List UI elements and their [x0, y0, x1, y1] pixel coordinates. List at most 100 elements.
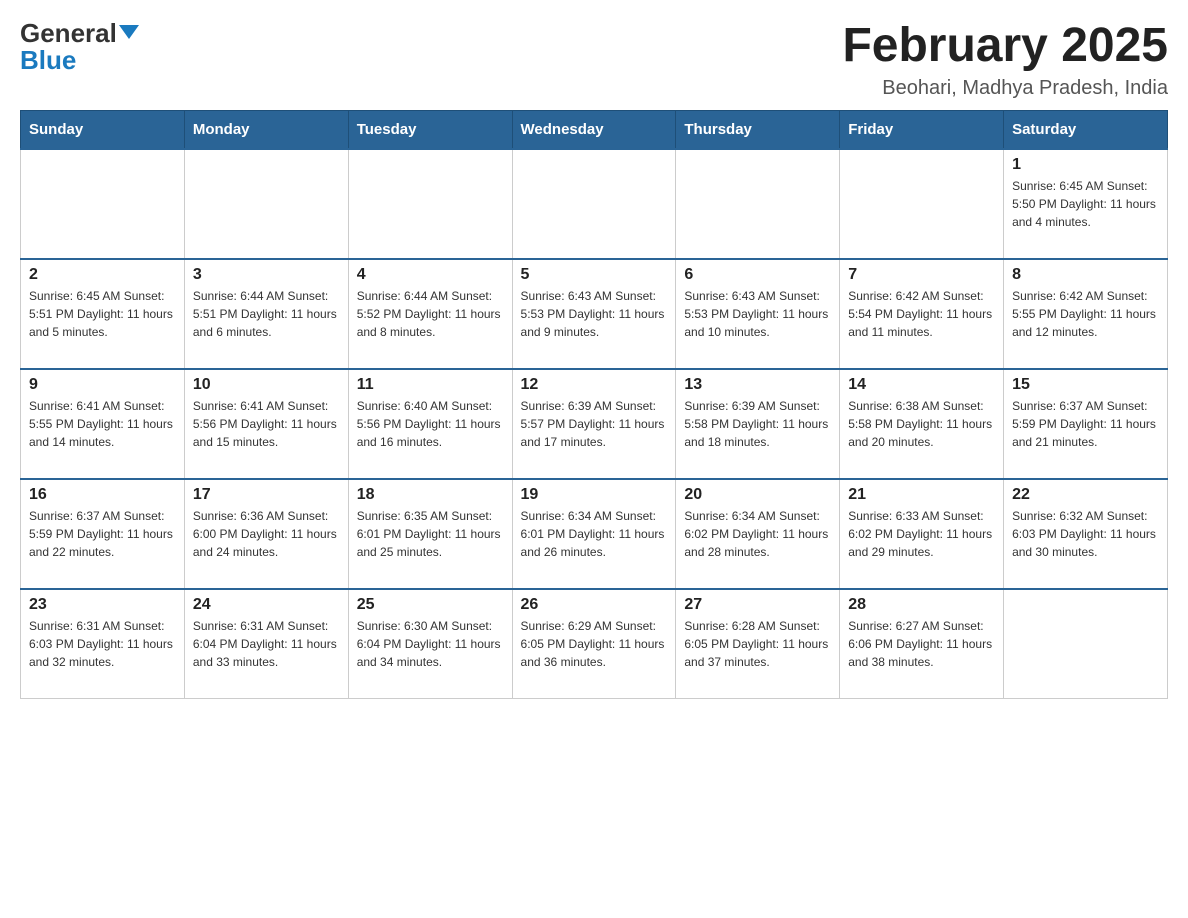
- calendar-cell: 5Sunrise: 6:43 AM Sunset: 5:53 PM Daylig…: [512, 259, 676, 369]
- calendar-cell: 14 Sunrise: 6:38 AM Sunset: 5:58 PM Dayli…: [840, 369, 1004, 479]
- day-info: Sunrise: 6:41 AM Sunset: 5:56 PM Dayligh…: [193, 397, 340, 451]
- calendar-cell: [21, 149, 185, 259]
- day-info: Sunrise: 6:32 AM Sunset: 6:03 PM Dayligh…: [1012, 507, 1159, 561]
- calendar-title: February 2025: [842, 20, 1168, 73]
- calendar-cell: 17 Sunrise: 6:36 AM Sunset: 6:00 PM Dayli…: [184, 479, 348, 589]
- weekday-header-friday: Friday: [840, 110, 1004, 149]
- day-number: 22: [1012, 486, 1159, 504]
- day-number: 10: [193, 376, 340, 394]
- week-row-0: 1Sunrise: 6:45 AM Sunset: 5:50 PM Daylig…: [21, 149, 1168, 259]
- day-number: 4: [357, 266, 504, 284]
- calendar-cell: 11 Sunrise: 6:40 AM Sunset: 5:56 PM Dayli…: [348, 369, 512, 479]
- calendar-cell: 12 Sunrise: 6:39 AM Sunset: 5:57 PM Dayli…: [512, 369, 676, 479]
- weekday-header-tuesday: Tuesday: [348, 110, 512, 149]
- day-info: Sunrise: 6:43 AM Sunset: 5:53 PM Dayligh…: [684, 287, 831, 341]
- calendar-cell: 8 Sunrise: 6:42 AM Sunset: 5:55 PM Daylig…: [1004, 259, 1168, 369]
- calendar-table: SundayMondayTuesdayWednesdayThursdayFrid…: [20, 110, 1168, 700]
- day-number: 26: [521, 596, 668, 614]
- day-info: Sunrise: 6:30 AM Sunset: 6:04 PM Dayligh…: [357, 617, 504, 671]
- day-number: 15: [1012, 376, 1159, 394]
- calendar-cell: [348, 149, 512, 259]
- calendar-cell: 2 Sunrise: 6:45 AM Sunset: 5:51 PM Daylig…: [21, 259, 185, 369]
- calendar-cell: [1004, 589, 1168, 699]
- day-info: Sunrise: 6:43 AM Sunset: 5:53 PM Dayligh…: [521, 287, 668, 341]
- day-info: Sunrise: 6:31 AM Sunset: 6:03 PM Dayligh…: [29, 617, 176, 671]
- day-number: 17: [193, 486, 340, 504]
- day-number: 9: [29, 376, 176, 394]
- day-info: Sunrise: 6:44 AM Sunset: 5:51 PM Dayligh…: [193, 287, 340, 341]
- day-info: Sunrise: 6:34 AM Sunset: 6:02 PM Dayligh…: [684, 507, 831, 561]
- day-number: 7: [848, 266, 995, 284]
- page-header: General Blue February 2025 Beohari, Madh…: [20, 20, 1168, 100]
- day-number: 20: [684, 486, 831, 504]
- calendar-cell: 15 Sunrise: 6:37 AM Sunset: 5:59 PM Dayli…: [1004, 369, 1168, 479]
- calendar-cell: 6 Sunrise: 6:43 AM Sunset: 5:53 PM Daylig…: [676, 259, 840, 369]
- logo-blue-text: Blue: [20, 47, 76, 74]
- calendar-cell: 22 Sunrise: 6:32 AM Sunset: 6:03 PM Dayli…: [1004, 479, 1168, 589]
- weekday-header-wednesday: Wednesday: [512, 110, 676, 149]
- day-info: Sunrise: 6:42 AM Sunset: 5:54 PM Dayligh…: [848, 287, 995, 341]
- week-row-1: 2 Sunrise: 6:45 AM Sunset: 5:51 PM Daylig…: [21, 259, 1168, 369]
- calendar-cell: [840, 149, 1004, 259]
- day-info: Sunrise: 6:28 AM Sunset: 6:05 PM Dayligh…: [684, 617, 831, 671]
- day-info: Sunrise: 6:36 AM Sunset: 6:00 PM Dayligh…: [193, 507, 340, 561]
- day-number: 23: [29, 596, 176, 614]
- day-number: 18: [357, 486, 504, 504]
- day-info: Sunrise: 6:44 AM Sunset: 5:52 PM Dayligh…: [357, 287, 504, 341]
- day-number: 25: [357, 596, 504, 614]
- calendar-cell: 3Sunrise: 6:44 AM Sunset: 5:51 PM Daylig…: [184, 259, 348, 369]
- day-info: Sunrise: 6:39 AM Sunset: 5:58 PM Dayligh…: [684, 397, 831, 451]
- calendar-cell: 25 Sunrise: 6:30 AM Sunset: 6:04 PM Dayli…: [348, 589, 512, 699]
- day-info: Sunrise: 6:37 AM Sunset: 5:59 PM Dayligh…: [1012, 397, 1159, 451]
- calendar-cell: 9Sunrise: 6:41 AM Sunset: 5:55 PM Daylig…: [21, 369, 185, 479]
- day-info: Sunrise: 6:37 AM Sunset: 5:59 PM Dayligh…: [29, 507, 176, 561]
- logo-triangle-icon: [119, 25, 139, 39]
- weekday-header-monday: Monday: [184, 110, 348, 149]
- day-number: 14: [848, 376, 995, 394]
- calendar-cell: 23 Sunrise: 6:31 AM Sunset: 6:03 PM Dayli…: [21, 589, 185, 699]
- calendar-cell: 4 Sunrise: 6:44 AM Sunset: 5:52 PM Daylig…: [348, 259, 512, 369]
- day-number: 6: [684, 266, 831, 284]
- weekday-header-saturday: Saturday: [1004, 110, 1168, 149]
- calendar-cell: 10 Sunrise: 6:41 AM Sunset: 5:56 PM Dayli…: [184, 369, 348, 479]
- calendar-cell: 19Sunrise: 6:34 AM Sunset: 6:01 PM Dayli…: [512, 479, 676, 589]
- day-info: Sunrise: 6:33 AM Sunset: 6:02 PM Dayligh…: [848, 507, 995, 561]
- day-number: 12: [521, 376, 668, 394]
- day-number: 21: [848, 486, 995, 504]
- weekday-header-sunday: Sunday: [21, 110, 185, 149]
- day-info: Sunrise: 6:35 AM Sunset: 6:01 PM Dayligh…: [357, 507, 504, 561]
- calendar-cell: 24Sunrise: 6:31 AM Sunset: 6:04 PM Dayli…: [184, 589, 348, 699]
- day-info: Sunrise: 6:45 AM Sunset: 5:51 PM Dayligh…: [29, 287, 176, 341]
- week-row-3: 16 Sunrise: 6:37 AM Sunset: 5:59 PM Dayli…: [21, 479, 1168, 589]
- day-info: Sunrise: 6:39 AM Sunset: 5:57 PM Dayligh…: [521, 397, 668, 451]
- calendar-cell: 20 Sunrise: 6:34 AM Sunset: 6:02 PM Dayli…: [676, 479, 840, 589]
- day-info: Sunrise: 6:29 AM Sunset: 6:05 PM Dayligh…: [521, 617, 668, 671]
- calendar-cell: 7 Sunrise: 6:42 AM Sunset: 5:54 PM Daylig…: [840, 259, 1004, 369]
- calendar-cell: 27 Sunrise: 6:28 AM Sunset: 6:05 PM Dayli…: [676, 589, 840, 699]
- logo-blue-label: Blue: [20, 45, 76, 75]
- day-number: 27: [684, 596, 831, 614]
- day-number: 1: [1012, 156, 1159, 174]
- day-number: 16: [29, 486, 176, 504]
- day-number: 11: [357, 376, 504, 394]
- day-number: 28: [848, 596, 995, 614]
- day-info: Sunrise: 6:31 AM Sunset: 6:04 PM Dayligh…: [193, 617, 340, 671]
- day-number: 19: [521, 486, 668, 504]
- day-info: Sunrise: 6:42 AM Sunset: 5:55 PM Dayligh…: [1012, 287, 1159, 341]
- day-info: Sunrise: 6:38 AM Sunset: 5:58 PM Dayligh…: [848, 397, 995, 451]
- calendar-cell: [512, 149, 676, 259]
- logo: General Blue: [20, 20, 139, 74]
- calendar-cell: 16 Sunrise: 6:37 AM Sunset: 5:59 PM Dayli…: [21, 479, 185, 589]
- day-info: Sunrise: 6:40 AM Sunset: 5:56 PM Dayligh…: [357, 397, 504, 451]
- week-row-4: 23 Sunrise: 6:31 AM Sunset: 6:03 PM Dayli…: [21, 589, 1168, 699]
- day-number: 2: [29, 266, 176, 284]
- calendar-cell: 21 Sunrise: 6:33 AM Sunset: 6:02 PM Dayli…: [840, 479, 1004, 589]
- calendar-cell: 13 Sunrise: 6:39 AM Sunset: 5:58 PM Dayli…: [676, 369, 840, 479]
- calendar-cell: [676, 149, 840, 259]
- day-number: 13: [684, 376, 831, 394]
- calendar-cell: [184, 149, 348, 259]
- calendar-cell: 1Sunrise: 6:45 AM Sunset: 5:50 PM Daylig…: [1004, 149, 1168, 259]
- day-number: 8: [1012, 266, 1159, 284]
- logo-text: General: [20, 20, 139, 47]
- calendar-cell: 18 Sunrise: 6:35 AM Sunset: 6:01 PM Dayli…: [348, 479, 512, 589]
